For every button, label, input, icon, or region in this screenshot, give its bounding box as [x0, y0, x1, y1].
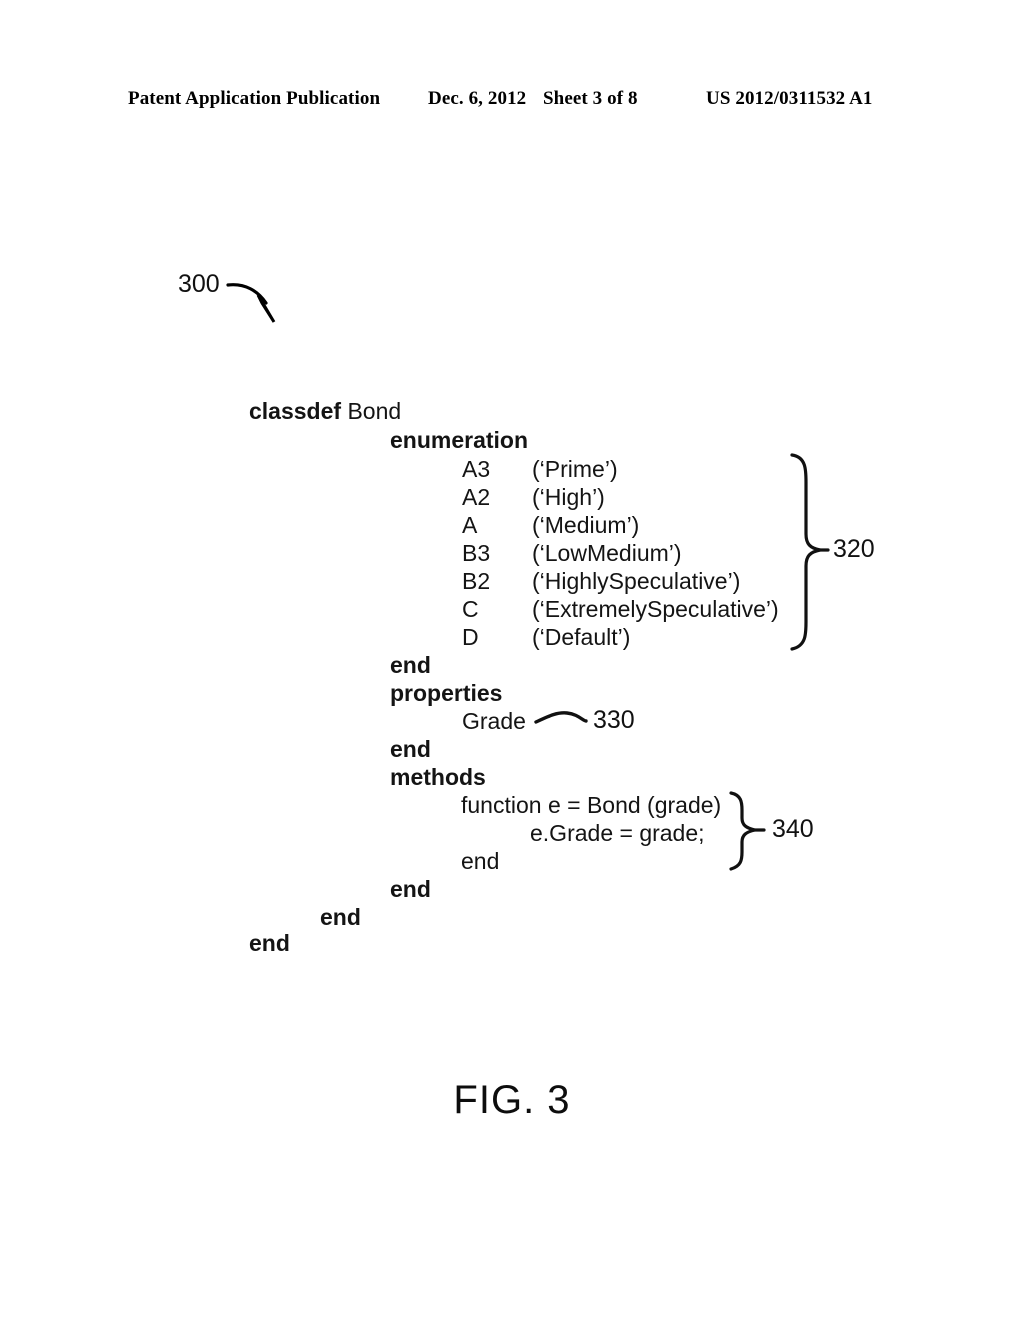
enum-value-6: (‘Default’) [532, 624, 631, 650]
enum-name-1: A2 [462, 484, 491, 510]
enum-value-3: (‘LowMedium’) [532, 540, 682, 566]
code-line-end-inner: end [320, 906, 361, 929]
callout-330: 330 [593, 706, 635, 734]
callout-320: 320 [833, 535, 875, 563]
code-line-end-outer: end [249, 932, 290, 955]
code-line-method-end: end [461, 850, 499, 873]
property-name-grade: Grade [462, 708, 526, 734]
patent-figure-sheet: Patent Application Publication Dec. 6, 2… [0, 0, 1024, 1320]
enum-name-0: A3 [462, 456, 491, 482]
enum-value-1: (‘High’) [532, 484, 605, 510]
keyword-end-classdef: end [249, 930, 290, 956]
enum-value-2: (‘Medium’) [532, 512, 640, 538]
enum-value-0: (‘Prime’) [532, 456, 618, 482]
method-signature: function e = Bond (grade) [461, 792, 722, 818]
code-line-method-body: e.Grade = grade; [530, 822, 705, 845]
enum-name-3: B3 [462, 540, 491, 566]
keyword-end-properties: end [390, 736, 431, 762]
code-line-properties: properties [390, 682, 502, 705]
keyword-end-methods: end [390, 876, 431, 902]
code-line-property-grade: Grade [462, 710, 526, 733]
enum-value-5: (‘ExtremelySpeculative’) [532, 596, 779, 622]
code-line-end-methods: end [390, 878, 431, 901]
enum-name-5: C [462, 596, 479, 622]
enum-name-6: D [462, 624, 479, 650]
callout-340: 340 [772, 815, 814, 843]
class-name: Bond [347, 398, 402, 424]
keyword-classdef: classdef [249, 398, 342, 424]
code-line-methods: methods [390, 766, 486, 789]
code-line-classdef: classdef Bond [249, 400, 401, 423]
keyword-end-inner: end [320, 904, 361, 930]
keyword-methods: methods [390, 764, 486, 790]
method-body-statement: e.Grade = grade; [530, 820, 705, 846]
enum-name-4: B2 [462, 568, 491, 594]
figure-caption: FIG. 3 [453, 1078, 571, 1122]
code-line-end-enumeration: end [390, 654, 431, 677]
keyword-properties: properties [390, 680, 503, 706]
code-line-method-signature: function e = Bond (grade) [461, 794, 721, 817]
enum-value-4: (‘HighlySpeculative’) [532, 568, 741, 594]
keyword-enumeration: enumeration [390, 427, 529, 453]
enum-name-2: A [462, 512, 478, 538]
code-line-end-properties: end [390, 738, 431, 761]
keyword-end-enumeration: end [390, 652, 431, 678]
keyword-end-method: end [461, 848, 500, 874]
code-line-enumeration: enumeration [390, 429, 528, 452]
